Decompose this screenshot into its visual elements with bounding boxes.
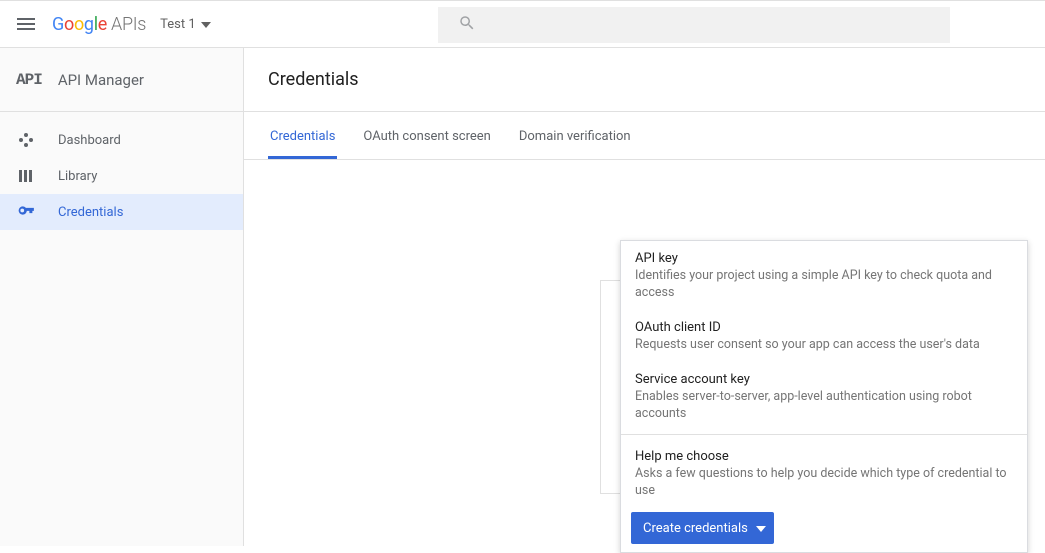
menu-item-title: Help me choose [635, 449, 1013, 464]
key-icon [16, 203, 36, 221]
tab-credentials[interactable]: Credentials [268, 129, 337, 159]
menu-item-desc: Identifies your project using a simple A… [635, 268, 1013, 302]
tab-oauth-consent[interactable]: OAuth consent screen [361, 129, 492, 159]
top-header: GoogleAPIs Test 1 [0, 0, 1045, 48]
menu-item-desc: Requests user consent so your app can ac… [635, 337, 1013, 354]
caret-down-icon [201, 17, 211, 32]
sidebar-header: API API Manager [0, 48, 243, 112]
project-picker[interactable]: Test 1 [160, 17, 211, 32]
tabs: Credentials OAuth consent screen Domain … [244, 112, 1045, 160]
menu-item-title: API key [635, 251, 1013, 266]
sidebar-item-label: Library [58, 169, 97, 184]
caret-down-icon [756, 521, 766, 536]
library-icon [16, 168, 36, 184]
menu-icon[interactable] [14, 12, 38, 36]
menu-item-oauth-client[interactable]: OAuth client ID Requests user consent so… [621, 310, 1027, 362]
tab-domain-verification[interactable]: Domain verification [517, 129, 633, 159]
menu-item-desc: Asks a few questions to help you decide … [635, 466, 1013, 500]
menu-item-help-choose[interactable]: Help me choose Asks a few questions to h… [621, 439, 1027, 508]
project-name: Test 1 [160, 17, 196, 32]
api-monogram-icon: API [16, 71, 42, 89]
sidebar-item-dashboard[interactable]: Dashboard [0, 122, 243, 158]
page-title: Credentials [268, 69, 359, 90]
sidebar-title: API Manager [58, 71, 144, 89]
create-credentials-menu: API key Identifies your project using a … [620, 240, 1028, 553]
sidebar-item-credentials[interactable]: Credentials [0, 194, 243, 230]
sidebar-item-library[interactable]: Library [0, 158, 243, 194]
main-content: Credentials Credentials OAuth consent sc… [244, 48, 1045, 546]
sidebar-item-label: Dashboard [58, 133, 121, 148]
menu-item-desc: Enables server-to-server, app-level auth… [635, 389, 1013, 423]
search-icon [458, 14, 476, 36]
sidebar: API API Manager Dashboard Library Creden… [0, 48, 244, 546]
google-apis-logo[interactable]: GoogleAPIs [52, 14, 146, 35]
create-credentials-button[interactable]: Create credentials [631, 512, 774, 544]
button-label: Create credentials [643, 521, 748, 536]
menu-item-service-account[interactable]: Service account key Enables server-to-se… [621, 362, 1027, 431]
page-header: Credentials [244, 48, 1045, 112]
dashboard-icon [16, 132, 36, 148]
menu-separator [621, 434, 1027, 435]
menu-item-api-key[interactable]: API key Identifies your project using a … [621, 241, 1027, 310]
menu-item-title: OAuth client ID [635, 320, 1013, 335]
sidebar-item-label: Credentials [58, 205, 123, 220]
menu-item-title: Service account key [635, 372, 1013, 387]
search-box[interactable] [438, 7, 950, 43]
